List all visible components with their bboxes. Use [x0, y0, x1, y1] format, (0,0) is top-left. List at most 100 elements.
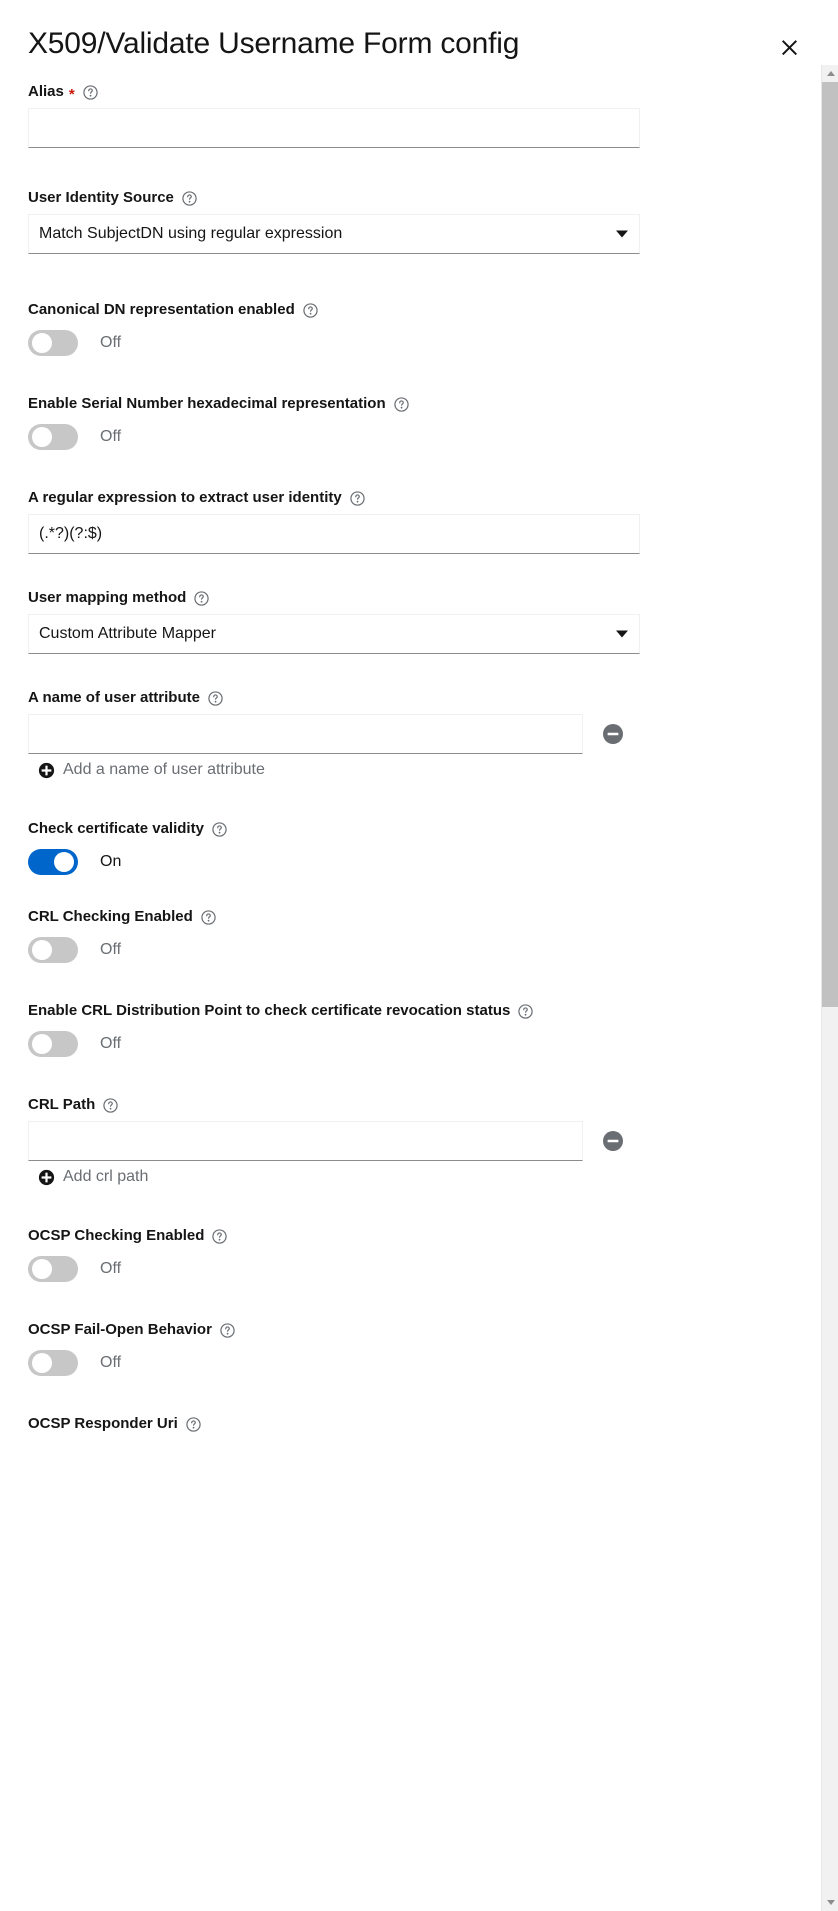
ocsp-checking-label-text: OCSP Checking Enabled — [28, 1226, 204, 1246]
field-regex-identity: A regular expression to extract user ide… — [28, 488, 644, 554]
serial-hex-switch-row: Off — [28, 420, 644, 454]
modal-body-scroll-area[interactable]: Alias * User Identity Source — [0, 65, 838, 1911]
crl-dp-label-text: Enable CRL Distribution Point to check c… — [28, 1001, 510, 1021]
scroll-up-button[interactable] — [822, 65, 838, 82]
help-circle-icon[interactable] — [303, 303, 318, 318]
serial-hex-state: Off — [100, 427, 121, 447]
plus-circle-icon — [38, 762, 55, 779]
scroll-down-button[interactable] — [822, 1894, 838, 1911]
help-circle-icon[interactable] — [194, 591, 209, 606]
ocsp-checking-toggle[interactable] — [28, 1256, 78, 1282]
add-user-attribute-button[interactable]: Add a name of user attribute — [28, 761, 265, 779]
field-label-ocsp-checking: OCSP Checking Enabled — [28, 1226, 644, 1246]
user-attribute-name-label-text: A name of user attribute — [28, 688, 200, 708]
chevron-up-icon — [827, 71, 835, 76]
field-ocsp-checking: OCSP Checking Enabled Off — [28, 1226, 644, 1286]
remove-crl-path-button[interactable] — [602, 1130, 624, 1152]
ocsp-fail-open-state: Off — [100, 1353, 121, 1373]
serial-hex-label-text: Enable Serial Number hexadecimal represe… — [28, 394, 386, 414]
crl-dp-toggle[interactable] — [28, 1031, 78, 1057]
crl-checking-label-text: CRL Checking Enabled — [28, 907, 193, 927]
user-attribute-name-input[interactable] — [28, 714, 583, 754]
field-label-check-cert-validity: Check certificate validity — [28, 819, 644, 839]
ocsp-fail-open-toggle[interactable] — [28, 1350, 78, 1376]
required-marker: * — [69, 87, 75, 102]
crl-checking-state: Off — [100, 940, 121, 960]
regex-identity-input[interactable] — [28, 514, 640, 554]
field-canonical-dn: Canonical DN representation enabled Off — [28, 300, 644, 360]
help-circle-icon[interactable] — [186, 1417, 201, 1432]
help-circle-icon[interactable] — [394, 397, 409, 412]
chevron-down-icon — [827, 1900, 835, 1905]
vertical-scrollbar[interactable] — [821, 65, 838, 1911]
check-cert-validity-toggle[interactable] — [28, 849, 78, 875]
crl-dp-switch-row: Off — [28, 1027, 644, 1061]
field-ocsp-fail-open: OCSP Fail-Open Behavior Off — [28, 1320, 644, 1380]
field-label-ocsp-fail-open: OCSP Fail-Open Behavior — [28, 1320, 644, 1340]
user-attribute-name-row — [28, 714, 644, 754]
help-circle-icon[interactable] — [212, 1229, 227, 1244]
check-cert-validity-label-text: Check certificate validity — [28, 819, 204, 839]
plus-circle-icon — [38, 1169, 55, 1186]
form-body: Alias * User Identity Source — [0, 65, 672, 1480]
toggle-knob — [32, 1353, 52, 1373]
alias-input[interactable] — [28, 108, 640, 148]
crl-checking-switch-row: Off — [28, 933, 644, 967]
help-circle-icon[interactable] — [518, 1004, 533, 1019]
help-circle-icon[interactable] — [182, 191, 197, 206]
ocsp-responder-uri-label-text: OCSP Responder Uri — [28, 1414, 178, 1434]
toggle-knob — [32, 333, 52, 353]
x509-config-modal: X509/Validate Username Form config Alias… — [0, 0, 838, 1911]
crl-path-input[interactable] — [28, 1121, 583, 1161]
field-ocsp-responder-uri: OCSP Responder Uri — [28, 1414, 644, 1434]
field-alias: Alias * — [28, 82, 644, 148]
field-user-attribute-name: A name of user attribute — [28, 688, 644, 779]
user-identity-source-label-text: User Identity Source — [28, 188, 174, 208]
help-circle-icon[interactable] — [350, 491, 365, 506]
user-mapping-method-value[interactable]: Custom Attribute Mapper — [28, 614, 640, 654]
help-circle-icon[interactable] — [103, 1098, 118, 1113]
help-circle-icon[interactable] — [208, 691, 223, 706]
help-circle-icon[interactable] — [83, 85, 98, 100]
add-user-attribute-label: Add a name of user attribute — [63, 761, 265, 779]
ocsp-checking-state: Off — [100, 1259, 121, 1279]
regex-identity-label-text: A regular expression to extract user ide… — [28, 488, 342, 508]
field-label-user-attribute-name: A name of user attribute — [28, 688, 644, 708]
field-user-mapping-method: User mapping method Custom Attribute Map… — [28, 588, 644, 654]
ocsp-fail-open-switch-row: Off — [28, 1346, 644, 1380]
user-mapping-method-select[interactable]: Custom Attribute Mapper — [28, 614, 640, 654]
field-label-user-identity-source: User Identity Source — [28, 188, 644, 208]
toggle-knob — [32, 427, 52, 447]
add-crl-path-button[interactable]: Add crl path — [28, 1168, 148, 1186]
remove-user-attribute-button[interactable] — [602, 723, 624, 745]
alias-label-text: Alias — [28, 82, 64, 102]
minus-circle-icon — [602, 1130, 624, 1152]
toggle-knob — [32, 1259, 52, 1279]
crl-path-row — [28, 1121, 644, 1161]
check-cert-validity-state: On — [100, 852, 121, 872]
help-circle-icon[interactable] — [212, 822, 227, 837]
field-label-regex-identity: A regular expression to extract user ide… — [28, 488, 644, 508]
canonical-dn-toggle[interactable] — [28, 330, 78, 356]
scrollbar-thumb[interactable] — [822, 82, 838, 1007]
field-crl-path: CRL Path — [28, 1095, 644, 1186]
toggle-knob — [32, 940, 52, 960]
field-label-crl-distribution-point: Enable CRL Distribution Point to check c… — [28, 1001, 644, 1021]
serial-hex-toggle[interactable] — [28, 424, 78, 450]
field-label-serial-hex: Enable Serial Number hexadecimal represe… — [28, 394, 644, 414]
close-button[interactable] — [772, 30, 806, 64]
canonical-dn-state: Off — [100, 333, 121, 353]
crl-checking-toggle[interactable] — [28, 937, 78, 963]
field-crl-distribution-point: Enable CRL Distribution Point to check c… — [28, 1001, 644, 1061]
field-label-crl-checking: CRL Checking Enabled — [28, 907, 644, 927]
field-check-cert-validity: Check certificate validity On — [28, 819, 644, 879]
canonical-dn-switch-row: Off — [28, 326, 644, 360]
toggle-knob — [32, 1034, 52, 1054]
minus-circle-icon — [602, 723, 624, 745]
field-label-alias: Alias * — [28, 82, 644, 102]
help-circle-icon[interactable] — [201, 910, 216, 925]
help-circle-icon[interactable] — [220, 1323, 235, 1338]
field-crl-checking: CRL Checking Enabled Off — [28, 907, 644, 967]
user-identity-source-select[interactable]: Match SubjectDN using regular expression — [28, 214, 640, 254]
user-identity-source-value[interactable]: Match SubjectDN using regular expression — [28, 214, 640, 254]
